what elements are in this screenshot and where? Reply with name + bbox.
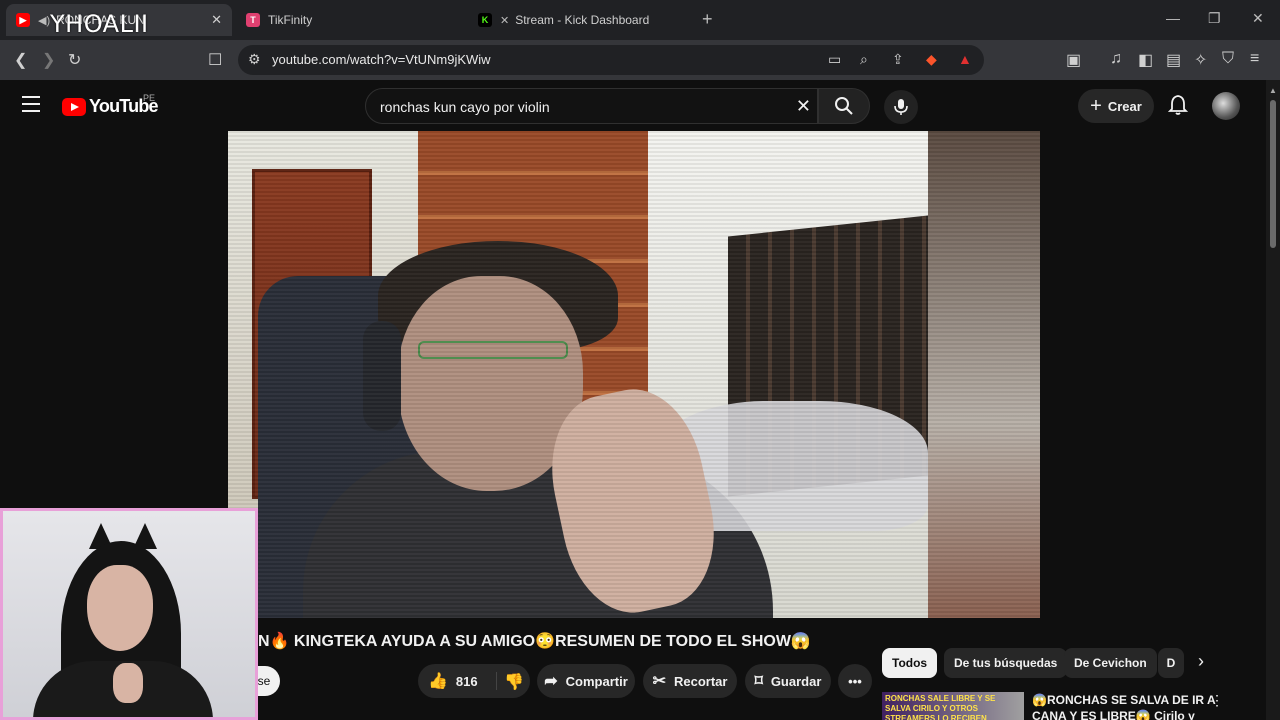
sidebar-panel-icon[interactable]: ▣ — [1066, 50, 1081, 70]
more-horizontal-icon: ••• — [848, 673, 862, 689]
back-icon[interactable]: ❮ — [14, 50, 27, 70]
restore-icon[interactable]: ❐ — [1208, 10, 1221, 27]
recommended-title[interactable]: 😱RONCHAS SE SALVA DE IR A CANA Y ES LIBR… — [1032, 692, 1222, 720]
clip-button[interactable]: ✂ Recortar — [643, 664, 737, 698]
browser-tab-bar: ▶ ◀) RONCHAS KUN ✕ T TikFinity K ✕ Strea… — [0, 0, 1280, 40]
plus-icon: + — [1090, 94, 1102, 117]
video-scanlines — [228, 131, 1040, 618]
search-button[interactable] — [818, 88, 870, 124]
video-info-section: N🔥 KINGTEKA AYUDA A SU AMIGO😳RESUMEN DE … — [248, 618, 1266, 720]
bookmark-save-icon: ⌑ — [754, 673, 763, 690]
more-actions-button[interactable]: ••• — [838, 664, 872, 698]
like-count: 816 — [455, 673, 478, 689]
share-arrow-icon: ➦ — [544, 673, 558, 690]
share-page-icon[interactable]: ⇪ — [892, 51, 904, 68]
notifications-bell-icon[interactable] — [1168, 94, 1188, 116]
bookmark-icon[interactable]: ☐ — [208, 50, 222, 70]
tab-title: Stream - Kick Dashboard — [515, 13, 650, 27]
thumbs-down-icon[interactable]: 👎 — [504, 672, 524, 692]
tikfinity-favicon-icon: T — [246, 13, 260, 27]
webcam-person-hand — [113, 663, 143, 703]
chip-de-tus-busquedas[interactable]: De tus búsquedas — [944, 648, 1068, 678]
scissors-icon: ✂ — [652, 673, 666, 690]
menu-icon[interactable] — [22, 96, 40, 117]
microphone-icon — [894, 99, 908, 115]
zoom-icon[interactable]: ⌕ — [860, 51, 868, 68]
media-controls-icon[interactable]: ♫ — [1110, 50, 1122, 68]
webcam-person-face — [87, 565, 153, 651]
youtube-header: YouTube PE ronchas kun cayo por violin ✕… — [0, 80, 1266, 132]
share-button[interactable]: ➦ Compartir — [537, 664, 635, 698]
chip-de-cevichon[interactable]: De Cevichon — [1064, 648, 1157, 678]
tab-title: TikFinity — [268, 13, 313, 27]
brave-rewards-icon[interactable]: ▲ — [958, 51, 972, 67]
chip-todos[interactable]: Todos — [882, 648, 938, 678]
recommended-thumbnail[interactable]: RONCHAS SALE LIBRE Y SE SALVA CIRILO Y O… — [882, 692, 1024, 720]
forward-icon[interactable]: ❯ — [42, 50, 55, 70]
vpn-icon[interactable]: ⛉ — [1222, 50, 1234, 68]
share-label: Compartir — [565, 673, 628, 689]
country-code: PE — [143, 93, 156, 103]
leo-ai-icon[interactable]: ✧ — [1194, 50, 1207, 70]
chevron-right-icon[interactable]: › — [1198, 651, 1204, 672]
stream-overlay-name: YHOALII — [50, 10, 149, 38]
clear-search-icon[interactable]: ✕ — [796, 96, 811, 117]
recommended-video[interactable]: RONCHAS SALE LIBRE Y SE SALVA CIRILO Y O… — [882, 690, 1262, 720]
search-icon — [835, 97, 853, 115]
create-label: Crear — [1107, 98, 1142, 114]
url-text[interactable]: youtube.com/watch?v=VtUNm9jKWiw — [272, 52, 491, 67]
close-tab-icon[interactable]: ✕ — [211, 12, 222, 28]
tab-tikfinity[interactable]: T TikFinity — [236, 4, 462, 36]
save-button[interactable]: ⌑ Guardar — [745, 664, 831, 698]
video-title: N🔥 KINGTEKA AYUDA A SU AMIGO😳RESUMEN DE … — [258, 633, 811, 650]
like-divider — [496, 672, 497, 690]
browser-toolbar: ❮ ❯ ↻ ☐ ⚙ youtube.com/watch?v=VtUNm9jKWi… — [0, 40, 1280, 80]
search-input[interactable]: ronchas kun cayo por violin ✕ — [365, 88, 818, 124]
create-button[interactable]: + Crear — [1078, 89, 1154, 123]
split-view-icon[interactable]: ◧ — [1138, 50, 1153, 70]
clip-label: Recortar — [673, 673, 728, 689]
more-vertical-icon[interactable]: ⋮ — [1210, 692, 1224, 709]
site-settings-icon[interactable]: ⚙ — [248, 51, 261, 68]
reload-icon[interactable]: ↻ — [68, 50, 81, 70]
save-label: Guardar — [770, 673, 822, 689]
scroll-up-icon[interactable]: ▲ — [1269, 86, 1277, 95]
youtube-favicon-icon: ▶ — [16, 13, 30, 27]
address-bar[interactable]: ⚙ youtube.com/watch?v=VtUNm9jKWiw ▭ ⌕ ⇪ … — [238, 45, 984, 75]
thumbs-up-icon: 👍 — [428, 673, 448, 690]
new-tab-icon[interactable]: + — [702, 9, 713, 30]
cast-icon[interactable]: ▭ — [828, 51, 841, 68]
speaker-icon: ◀) — [38, 14, 51, 27]
chip-truncated[interactable]: D — [1158, 648, 1184, 678]
video-player[interactable] — [228, 131, 1040, 618]
close-window-icon[interactable]: ✕ — [1252, 10, 1264, 27]
webcam-overlay — [0, 508, 258, 720]
wallet-icon[interactable]: ▤ — [1166, 50, 1181, 70]
search-query[interactable]: ronchas kun cayo por violin — [380, 99, 550, 115]
page-scrollbar[interactable]: ▲ — [1266, 80, 1280, 720]
minimize-icon[interactable]: — — [1166, 10, 1180, 26]
youtube-logo[interactable]: YouTube PE — [62, 93, 159, 117]
muted-speaker-icon: ✕ — [500, 14, 510, 27]
account-avatar[interactable] — [1212, 92, 1240, 120]
youtube-play-icon — [62, 97, 86, 116]
like-button[interactable]: 👍 816 👎 — [418, 664, 530, 698]
browser-menu-icon[interactable]: ≡ — [1250, 50, 1259, 68]
brave-shields-icon[interactable]: ◆ — [926, 51, 937, 68]
tab-kick-dashboard[interactable]: K ✕ Stream - Kick Dashboard — [468, 4, 694, 36]
voice-search-button[interactable] — [884, 90, 918, 124]
kick-favicon-icon: K — [478, 13, 492, 27]
scrollbar-thumb[interactable] — [1270, 100, 1276, 248]
